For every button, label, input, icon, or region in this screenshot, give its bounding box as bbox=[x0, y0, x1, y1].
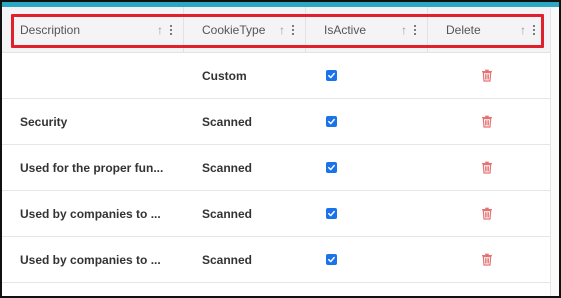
grid-window: Description ↑ CookieType ↑ IsActive ↑ De… bbox=[0, 0, 561, 298]
isactive-checkbox[interactable] bbox=[326, 162, 337, 173]
isactive-checkbox[interactable] bbox=[326, 254, 337, 265]
cell-delete bbox=[428, 145, 546, 190]
check-icon bbox=[328, 72, 335, 79]
delete-button[interactable] bbox=[480, 115, 494, 129]
cell-description: Used for the proper fun... bbox=[2, 145, 184, 190]
sort-arrow-icon[interactable]: ↑ bbox=[520, 23, 526, 37]
column-header-label: CookieType bbox=[202, 22, 266, 37]
table-row[interactable]: Used for the proper fun... Scanned bbox=[2, 145, 551, 191]
cell-cookietype: Scanned bbox=[184, 191, 306, 236]
table-row[interactable]: Used by companies to ... Scanned bbox=[2, 237, 551, 283]
grid-header: Description ↑ CookieType ↑ IsActive ↑ De… bbox=[2, 7, 551, 53]
delete-button[interactable] bbox=[480, 207, 494, 221]
check-icon bbox=[328, 210, 335, 217]
cell-description: Used by companies to ... bbox=[2, 191, 184, 236]
sort-arrow-icon[interactable]: ↑ bbox=[157, 23, 163, 37]
isactive-checkbox[interactable] bbox=[326, 70, 337, 81]
cell-delete bbox=[428, 191, 546, 236]
delete-button[interactable] bbox=[480, 161, 494, 175]
sort-arrow-icon[interactable]: ↑ bbox=[401, 23, 407, 37]
description-text: Used by companies to ... bbox=[20, 252, 161, 267]
cell-cookietype: Scanned bbox=[184, 145, 306, 190]
check-icon bbox=[328, 164, 335, 171]
column-header-description[interactable]: Description ↑ bbox=[2, 7, 184, 52]
cookietype-text: Scanned bbox=[202, 206, 253, 221]
cell-description bbox=[2, 53, 184, 98]
cookietype-text: Custom bbox=[202, 68, 247, 83]
table-row[interactable]: Security Scanned bbox=[2, 99, 551, 145]
cell-delete bbox=[428, 237, 546, 282]
trash-icon bbox=[482, 253, 492, 266]
cell-isactive bbox=[306, 99, 428, 144]
cell-isactive bbox=[306, 53, 428, 98]
cell-description: Security bbox=[2, 99, 184, 144]
column-menu-icon[interactable] bbox=[413, 24, 417, 36]
sort-arrow-icon[interactable]: ↑ bbox=[279, 23, 285, 37]
table-row[interactable]: Custom bbox=[2, 53, 551, 99]
column-menu-icon[interactable] bbox=[169, 24, 173, 36]
cell-delete bbox=[428, 99, 546, 144]
cell-description: Used by companies to ... bbox=[2, 237, 184, 282]
cell-isactive bbox=[306, 145, 428, 190]
cell-isactive bbox=[306, 237, 428, 282]
cookietype-text: Scanned bbox=[202, 160, 253, 175]
grid-body: Custom Security Scanned Used for the pro… bbox=[2, 53, 551, 283]
isactive-checkbox[interactable] bbox=[326, 208, 337, 219]
description-text: Security bbox=[20, 114, 68, 129]
column-header-label: Description bbox=[20, 22, 81, 37]
column-header-delete[interactable]: Delete ↑ bbox=[428, 7, 546, 52]
column-header-isactive[interactable]: IsActive ↑ bbox=[306, 7, 428, 52]
delete-button[interactable] bbox=[480, 69, 494, 83]
check-icon bbox=[328, 256, 335, 263]
cell-delete bbox=[428, 53, 546, 98]
description-text: Used for the proper fun... bbox=[20, 160, 164, 175]
vertical-scrollbar[interactable] bbox=[550, 7, 559, 296]
cookietype-text: Scanned bbox=[202, 114, 253, 129]
column-header-cookietype[interactable]: CookieType ↑ bbox=[184, 7, 306, 52]
trash-icon bbox=[482, 69, 492, 82]
column-header-label: IsActive bbox=[324, 22, 367, 37]
trash-icon bbox=[482, 115, 492, 128]
cell-isactive bbox=[306, 191, 428, 236]
trash-icon bbox=[482, 207, 492, 220]
check-icon bbox=[328, 118, 335, 125]
column-menu-icon[interactable] bbox=[532, 24, 536, 36]
column-menu-icon[interactable] bbox=[291, 24, 295, 36]
description-text: Used by companies to ... bbox=[20, 206, 161, 221]
cell-cookietype: Scanned bbox=[184, 99, 306, 144]
table-row[interactable]: Used by companies to ... Scanned bbox=[2, 191, 551, 237]
delete-button[interactable] bbox=[480, 253, 494, 267]
cell-cookietype: Scanned bbox=[184, 237, 306, 282]
isactive-checkbox[interactable] bbox=[326, 116, 337, 127]
cookietype-text: Scanned bbox=[202, 252, 253, 267]
cookie-grid: Description ↑ CookieType ↑ IsActive ↑ De… bbox=[2, 7, 551, 283]
cell-cookietype: Custom bbox=[184, 53, 306, 98]
column-header-label: Delete bbox=[446, 22, 481, 37]
trash-icon bbox=[482, 161, 492, 174]
